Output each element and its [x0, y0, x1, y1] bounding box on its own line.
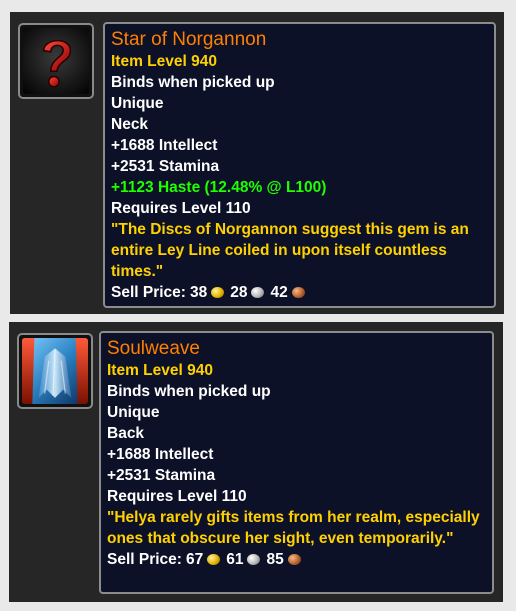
flavor-text: "The Discs of Norgannon suggest this gem…	[111, 221, 469, 280]
item-card: Star of Norgannon Item Level 940 Binds w…	[10, 12, 504, 314]
copper-amount: 42	[270, 284, 288, 301]
stat-line: +1688 Intellect	[107, 446, 214, 463]
item-card: Soulweave Item Level 940 Binds when pick…	[9, 322, 503, 602]
gold-amount: 67	[185, 551, 204, 568]
gold-coin-icon	[207, 554, 221, 565]
silver-amount: 61	[226, 551, 244, 568]
silver-coin-icon	[251, 287, 265, 298]
stat-line: +2531 Stamina	[107, 467, 216, 484]
sell-price-label: Sell Price:	[107, 551, 182, 568]
sell-price: Sell Price: 38 28 42	[111, 282, 488, 303]
binding-text: Binds when picked up	[107, 383, 271, 400]
unique-text: Unique	[107, 404, 160, 421]
binding-text: Binds when picked up	[111, 74, 275, 91]
sell-price: Sell Price: 67 61 85	[107, 549, 486, 570]
level-requirement: Requires Level 110	[111, 200, 251, 217]
silver-amount: 28	[230, 284, 248, 301]
slot-text: Back	[107, 425, 145, 442]
sell-price-label: Sell Price:	[111, 284, 186, 301]
silver-coin-icon	[247, 554, 261, 565]
item-level: Item Level 940	[111, 53, 217, 70]
stat-line: +2531 Stamina	[111, 158, 220, 175]
bonus-stat-line: +1123 Haste (12.48% @ L100)	[111, 179, 327, 196]
level-requirement: Requires Level 110	[107, 488, 247, 505]
item-icon-slot[interactable]	[17, 333, 93, 409]
item-icon-slot[interactable]	[18, 23, 94, 99]
item-name: Soulweave	[107, 338, 200, 359]
gold-coin-icon	[211, 287, 225, 298]
copper-amount: 85	[266, 551, 284, 568]
stat-line: +1688 Intellect	[111, 137, 218, 154]
item-tooltip: Star of Norgannon Item Level 940 Binds w…	[103, 22, 496, 308]
item-tooltip: Soulweave Item Level 940 Binds when pick…	[99, 331, 494, 594]
slot-text: Neck	[111, 116, 149, 133]
question-mark-icon	[23, 28, 89, 94]
item-name: Star of Norgannon	[111, 29, 267, 50]
item-level: Item Level 940	[107, 362, 213, 379]
cloak-icon	[22, 338, 88, 404]
copper-coin-icon	[287, 554, 301, 565]
gold-amount: 38	[189, 284, 208, 301]
unique-text: Unique	[111, 95, 164, 112]
copper-coin-icon	[291, 287, 305, 298]
flavor-text: "Helya rarely gifts items from her realm…	[107, 509, 480, 547]
